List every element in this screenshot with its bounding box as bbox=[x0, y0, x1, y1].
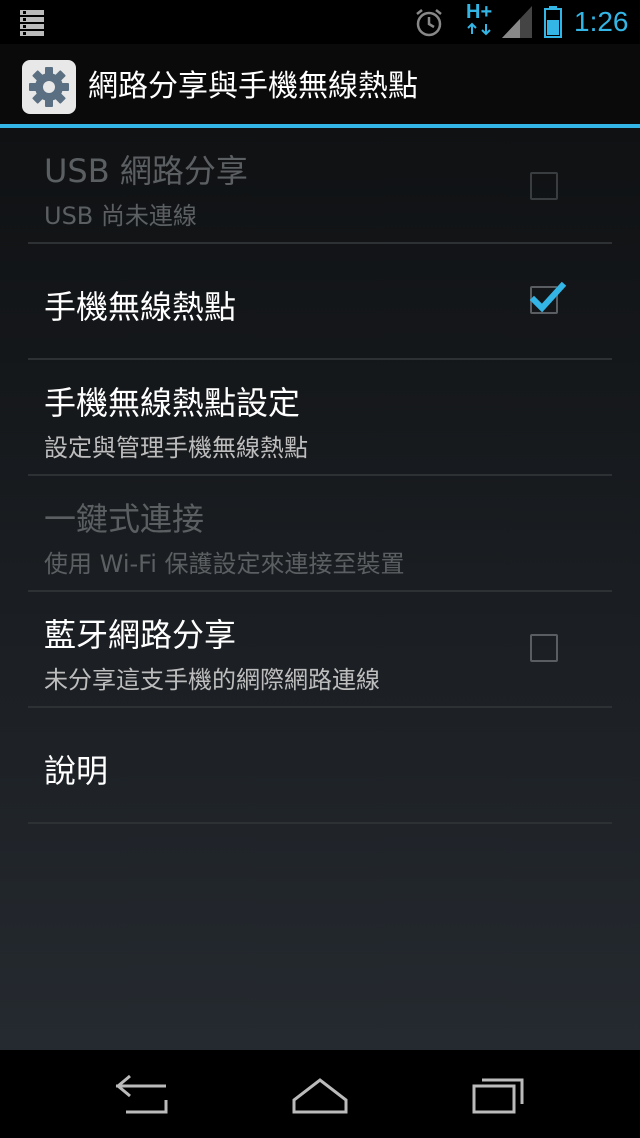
network-type-label: H+ bbox=[466, 1, 493, 23]
pref-portable-hotspot[interactable]: 手機無線熱點 bbox=[28, 244, 612, 360]
action-bar: 網路分享與手機無線熱點 bbox=[0, 44, 640, 128]
data-activity-icon bbox=[467, 22, 491, 36]
back-icon[interactable] bbox=[112, 1072, 172, 1116]
pref-summary: 未分享這支手機的網際網路連線 bbox=[44, 666, 380, 694]
divider bbox=[28, 822, 612, 824]
page-title: 網路分享與手機無線熱點 bbox=[88, 69, 418, 104]
recent-apps-icon[interactable] bbox=[468, 1072, 528, 1116]
home-icon[interactable] bbox=[290, 1072, 350, 1116]
notifications-icon bbox=[20, 10, 44, 36]
pref-hotspot-settings[interactable]: 手機無線熱點設定 設定與管理手機無線熱點 bbox=[28, 360, 612, 476]
settings-gear-icon[interactable] bbox=[22, 60, 76, 114]
pref-title: 手機無線熱點設定 bbox=[44, 384, 301, 422]
pref-bluetooth-tethering[interactable]: 藍牙網路分享 未分享這支手機的網際網路連線 bbox=[28, 592, 612, 708]
pref-summary: 設定與管理手機無線熱點 bbox=[44, 434, 308, 462]
status-bar: H+ 1:26 bbox=[0, 0, 640, 44]
pref-title: USB 網路分享 bbox=[44, 152, 248, 190]
portable-hotspot-checkbox[interactable] bbox=[529, 281, 567, 314]
signal-icon bbox=[502, 6, 532, 38]
usb-tethering-checkbox bbox=[530, 172, 558, 200]
bluetooth-tethering-checkbox[interactable] bbox=[530, 634, 558, 662]
pref-wps-connect: 一鍵式連接 使用 Wi-Fi 保護設定來連接至裝置 bbox=[28, 476, 612, 592]
pref-summary: USB 尚未連線 bbox=[44, 202, 197, 230]
network-type-indicator: H+ bbox=[466, 2, 494, 38]
pref-usb-tethering: USB 網路分享 USB 尚未連線 bbox=[28, 128, 612, 244]
pref-summary: 使用 Wi-Fi 保護設定來連接至裝置 bbox=[44, 550, 405, 578]
pref-title: 一鍵式連接 bbox=[44, 500, 205, 538]
settings-list: USB 網路分享 USB 尚未連線 手機無線熱點 手機無線熱點設定 設定與管理手… bbox=[0, 128, 640, 1050]
checkmark-icon bbox=[529, 281, 567, 313]
navigation-bar bbox=[0, 1050, 640, 1138]
battery-icon bbox=[544, 6, 562, 38]
pref-help[interactable]: 說明 bbox=[28, 708, 612, 824]
pref-title: 手機無線熱點 bbox=[44, 288, 237, 326]
pref-title: 藍牙網路分享 bbox=[44, 616, 237, 654]
alarm-icon bbox=[416, 9, 442, 37]
pref-title: 說明 bbox=[44, 752, 109, 790]
status-clock: 1:26 bbox=[574, 6, 629, 37]
